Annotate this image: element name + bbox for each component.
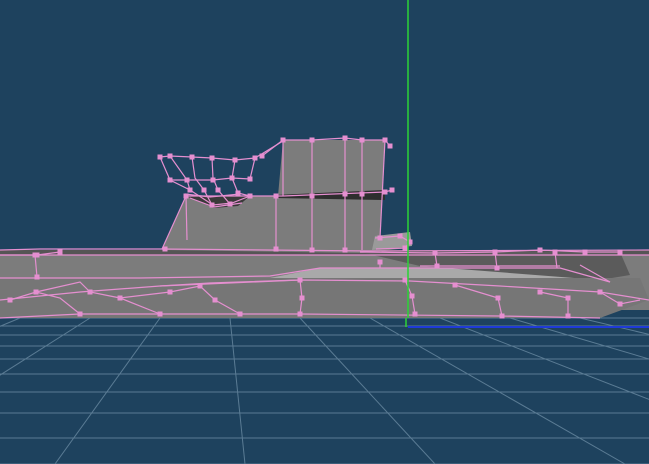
vertex-handle[interactable] [189, 154, 195, 160]
vertex-handle[interactable] [495, 295, 501, 301]
vertex-handle[interactable] [252, 155, 258, 161]
vertex-handle[interactable] [582, 249, 588, 255]
vertex-handle[interactable] [309, 247, 315, 253]
vertex-handle[interactable] [232, 157, 238, 163]
vertex-handle[interactable] [247, 176, 253, 182]
vertex-handle[interactable] [377, 235, 383, 241]
vertex-handle[interactable] [537, 247, 543, 253]
vertex-handle[interactable] [499, 313, 505, 319]
vertex-handle[interactable] [273, 193, 279, 199]
vertex-handle[interactable] [309, 193, 315, 199]
vertex-handle[interactable] [452, 282, 458, 288]
vertex-handle[interactable] [280, 137, 286, 143]
vertex-handle[interactable] [247, 193, 253, 199]
vertex-handle[interactable] [7, 297, 13, 303]
vertex-handle[interactable] [215, 187, 221, 193]
vertex-handle[interactable] [162, 246, 168, 252]
vertex-handle[interactable] [397, 233, 403, 239]
vertex-handle[interactable] [382, 189, 388, 195]
vertex-handle[interactable] [617, 249, 623, 255]
vertex-handle[interactable] [157, 311, 163, 317]
hull-lower[interactable] [0, 278, 649, 318]
vertex-handle[interactable] [227, 201, 233, 207]
vertex-handle[interactable] [167, 177, 173, 183]
vertex-handle[interactable] [565, 313, 571, 319]
vertex-handle[interactable] [409, 293, 415, 299]
3d-viewport[interactable] [0, 0, 649, 464]
vertex-handle[interactable] [201, 187, 207, 193]
vertex-handle[interactable] [197, 283, 203, 289]
vertex-handle[interactable] [184, 177, 190, 183]
vertex-handle[interactable] [565, 295, 571, 301]
vertex-handle[interactable] [237, 311, 243, 317]
vertex-handle[interactable] [402, 245, 408, 251]
vertex-handle[interactable] [32, 252, 38, 258]
vertex-handle[interactable] [617, 301, 623, 307]
vertex-handle[interactable] [33, 289, 39, 295]
vertex-handle[interactable] [387, 143, 393, 149]
vertex-handle[interactable] [342, 135, 348, 141]
vertex-handle[interactable] [412, 311, 418, 317]
vertex-handle[interactable] [87, 289, 93, 295]
vertex-handle[interactable] [157, 154, 163, 160]
vertex-handle[interactable] [377, 259, 383, 265]
vertex-handle[interactable] [77, 311, 83, 317]
vertex-handle[interactable] [402, 277, 408, 283]
vertex-handle[interactable] [359, 137, 365, 143]
vertex-handle[interactable] [187, 187, 193, 193]
vertex-handle[interactable] [229, 175, 235, 181]
vertex-handle[interactable] [359, 191, 365, 197]
viewport-canvas[interactable] [0, 0, 649, 464]
vertex-handle[interactable] [432, 250, 438, 256]
vertex-handle[interactable] [382, 137, 388, 143]
vertex-handle[interactable] [57, 249, 63, 255]
vertex-handle[interactable] [389, 187, 395, 193]
vertex-handle[interactable] [259, 153, 265, 159]
vertex-handle[interactable] [210, 177, 216, 183]
vertex-handle[interactable] [212, 297, 218, 303]
vertex-handle[interactable] [297, 277, 303, 283]
vertex-handle[interactable] [209, 202, 215, 208]
vertex-handle[interactable] [235, 190, 241, 196]
vertex-handle[interactable] [494, 265, 500, 271]
vertex-handle[interactable] [537, 289, 543, 295]
vertex-handle[interactable] [167, 289, 173, 295]
vertex-handle[interactable] [342, 191, 348, 197]
vertex-handle[interactable] [342, 247, 348, 253]
vertex-handle[interactable] [34, 274, 40, 280]
vertex-handle[interactable] [434, 263, 440, 269]
vertex-handle[interactable] [552, 249, 558, 255]
vertex-handle[interactable] [309, 137, 315, 143]
vertex-handle[interactable] [183, 193, 189, 199]
vertex-handle[interactable] [492, 249, 498, 255]
vertex-handle[interactable] [299, 295, 305, 301]
vertex-handle[interactable] [167, 153, 173, 159]
vertex-handle[interactable] [209, 155, 215, 161]
vertex-handle[interactable] [117, 295, 123, 301]
vertex-handle[interactable] [597, 289, 603, 295]
vertex-handle[interactable] [297, 311, 303, 317]
vertex-handle[interactable] [273, 246, 279, 252]
